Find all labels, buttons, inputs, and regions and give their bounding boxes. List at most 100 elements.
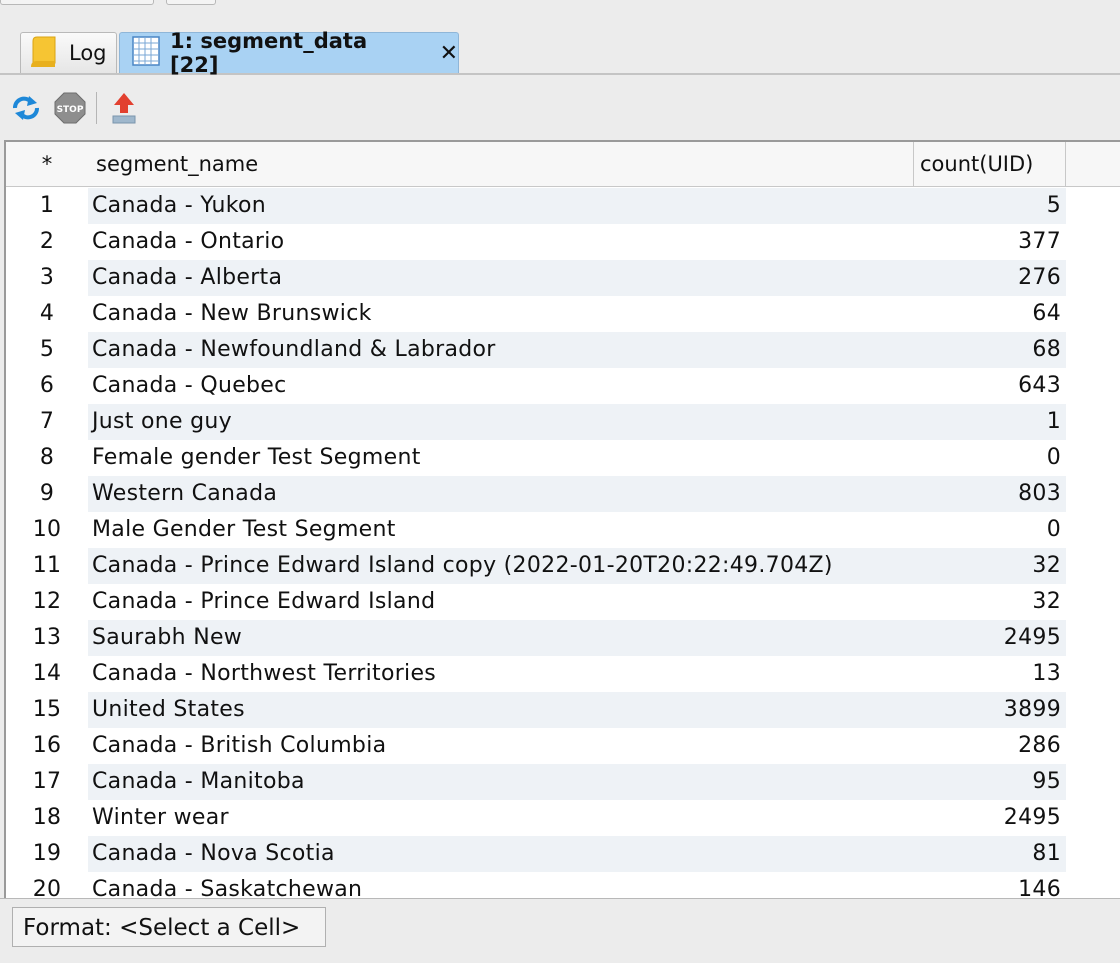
table-row[interactable]: 11 Canada - Prince Edward Island copy (20… xyxy=(6,548,1120,584)
table-row[interactable]: 12 Canada - Prince Edward Island 32 xyxy=(6,584,1120,620)
segment-name-cell[interactable]: Canada - Nova Scotia xyxy=(88,836,914,872)
row-number[interactable]: 5 xyxy=(6,332,88,368)
table-icon xyxy=(132,35,160,71)
table-row[interactable]: 1 Canada - Yukon 5 xyxy=(6,188,1120,224)
table-row[interactable]: 19 Canada - Nova Scotia 81 xyxy=(6,836,1120,872)
row-number[interactable]: 20 xyxy=(6,872,88,900)
segment-name-cell[interactable]: Canada - Northwest Territories xyxy=(88,656,914,692)
column-header-segment-name[interactable]: segment_name xyxy=(88,142,914,186)
count-cell[interactable]: 95 xyxy=(914,764,1066,800)
table-row[interactable]: 13 Saurabh New 2495 xyxy=(6,620,1120,656)
table-row[interactable]: 3 Canada - Alberta 276 xyxy=(6,260,1120,296)
segment-name-cell[interactable]: Canada - Quebec xyxy=(88,368,914,404)
count-cell[interactable]: 803 xyxy=(914,476,1066,512)
table-header: * segment_name count(UID) xyxy=(6,142,1120,187)
table-body: 1 Canada - Yukon 5 2 Canada - Ontario 377 3 Can… xyxy=(6,188,1120,900)
segment-name-cell[interactable]: Just one guy xyxy=(88,404,914,440)
row-number-header[interactable]: * xyxy=(6,142,88,186)
results-table[interactable]: * segment_name count(UID) 1 Canada - Yuko… xyxy=(4,140,1120,900)
count-cell[interactable]: 643 xyxy=(914,368,1066,404)
count-cell[interactable]: 81 xyxy=(914,836,1066,872)
row-number[interactable]: 17 xyxy=(6,764,88,800)
segment-name-cell[interactable]: Canada - Ontario xyxy=(88,224,914,260)
segment-name-cell[interactable]: Saurabh New xyxy=(88,620,914,656)
row-number[interactable]: 14 xyxy=(6,656,88,692)
row-number[interactable]: 15 xyxy=(6,692,88,728)
segment-name-cell[interactable]: Female gender Test Segment xyxy=(88,440,914,476)
row-number[interactable]: 2 xyxy=(6,224,88,260)
export-icon[interactable] xyxy=(106,90,142,126)
segment-name-cell[interactable]: Western Canada xyxy=(88,476,914,512)
row-number[interactable]: 9 xyxy=(6,476,88,512)
segment-name-cell[interactable]: Canada - Newfoundland & Labrador xyxy=(88,332,914,368)
count-cell[interactable]: 276 xyxy=(914,260,1066,296)
note-icon xyxy=(29,33,59,74)
count-cell[interactable]: 2495 xyxy=(914,800,1066,836)
segment-name-cell[interactable]: Canada - Saskatchewan xyxy=(88,872,914,900)
row-number[interactable]: 18 xyxy=(6,800,88,836)
count-cell[interactable]: 146 xyxy=(914,872,1066,900)
count-cell[interactable]: 64 xyxy=(914,296,1066,332)
table-row[interactable]: 16 Canada - British Columbia 286 xyxy=(6,728,1120,764)
format-indicator: Format: <Select a Cell> xyxy=(12,907,326,947)
count-cell[interactable]: 3899 xyxy=(914,692,1066,728)
row-number[interactable]: 8 xyxy=(6,440,88,476)
refresh-icon[interactable] xyxy=(8,90,44,126)
top-control-remnant xyxy=(166,0,216,5)
table-row[interactable]: 20 Canada - Saskatchewan 146 xyxy=(6,872,1120,900)
table-row[interactable]: 10 Male Gender Test Segment 0 xyxy=(6,512,1120,548)
segment-name-cell[interactable]: Canada - Manitoba xyxy=(88,764,914,800)
row-number[interactable]: 10 xyxy=(6,512,88,548)
table-row[interactable]: 14 Canada - Northwest Territories 13 xyxy=(6,656,1120,692)
segment-name-cell[interactable]: United States xyxy=(88,692,914,728)
tab-segment-data[interactable]: 1: segment_data [22] ✕ xyxy=(119,29,459,77)
count-cell[interactable]: 32 xyxy=(914,548,1066,584)
close-icon[interactable]: ✕ xyxy=(440,41,458,66)
count-cell[interactable]: 68 xyxy=(914,332,1066,368)
row-number[interactable]: 6 xyxy=(6,368,88,404)
table-row[interactable]: 5 Canada - Newfoundland & Labrador 68 xyxy=(6,332,1120,368)
table-row[interactable]: 6 Canada - Quebec 643 xyxy=(6,368,1120,404)
segment-name-cell[interactable]: Canada - Yukon xyxy=(88,188,914,224)
count-cell[interactable]: 2495 xyxy=(914,620,1066,656)
tab-strip-divider xyxy=(0,73,1120,75)
count-cell[interactable]: 0 xyxy=(914,512,1066,548)
count-cell[interactable]: 32 xyxy=(914,584,1066,620)
row-number[interactable]: 7 xyxy=(6,404,88,440)
row-number[interactable]: 4 xyxy=(6,296,88,332)
table-row[interactable]: 17 Canada - Manitoba 95 xyxy=(6,764,1120,800)
row-number[interactable]: 19 xyxy=(6,836,88,872)
count-cell[interactable]: 286 xyxy=(914,728,1066,764)
row-number[interactable]: 1 xyxy=(6,188,88,224)
segment-name-cell[interactable]: Canada - Prince Edward Island xyxy=(88,584,914,620)
segment-name-cell[interactable]: Canada - British Columbia xyxy=(88,728,914,764)
segment-name-cell[interactable]: Canada - Alberta xyxy=(88,260,914,296)
row-number[interactable]: 13 xyxy=(6,620,88,656)
segment-name-cell[interactable]: Male Gender Test Segment xyxy=(88,512,914,548)
table-row[interactable]: 2 Canada - Ontario 377 xyxy=(6,224,1120,260)
row-number[interactable]: 3 xyxy=(6,260,88,296)
row-number[interactable]: 11 xyxy=(6,548,88,584)
segment-name-cell[interactable]: Canada - Prince Edward Island copy (2022… xyxy=(88,548,914,584)
column-header-count-uid[interactable]: count(UID) xyxy=(914,142,1066,186)
count-cell[interactable]: 1 xyxy=(914,404,1066,440)
count-cell[interactable]: 5 xyxy=(914,188,1066,224)
row-number[interactable]: 12 xyxy=(6,584,88,620)
table-row[interactable]: 4 Canada - New Brunswick 64 xyxy=(6,296,1120,332)
stop-icon[interactable]: STOP xyxy=(52,90,88,126)
table-row[interactable]: 8 Female gender Test Segment 0 xyxy=(6,440,1120,476)
tab-log-label: Log xyxy=(69,41,107,65)
table-row[interactable]: 18 Winter wear 2495 xyxy=(6,800,1120,836)
segment-name-cell[interactable]: Canada - New Brunswick xyxy=(88,296,914,332)
row-number[interactable]: 16 xyxy=(6,728,88,764)
count-cell[interactable]: 0 xyxy=(914,440,1066,476)
tab-log[interactable]: Log xyxy=(20,32,117,73)
count-cell[interactable]: 13 xyxy=(914,656,1066,692)
toolbar-separator xyxy=(96,92,97,124)
table-row[interactable]: 7 Just one guy 1 xyxy=(6,404,1120,440)
segment-name-cell[interactable]: Winter wear xyxy=(88,800,914,836)
table-row[interactable]: 15 United States 3899 xyxy=(6,692,1120,728)
count-cell[interactable]: 377 xyxy=(914,224,1066,260)
tab-segment-data-label: 1: segment_data [22] xyxy=(170,29,368,77)
table-row[interactable]: 9 Western Canada 803 xyxy=(6,476,1120,512)
